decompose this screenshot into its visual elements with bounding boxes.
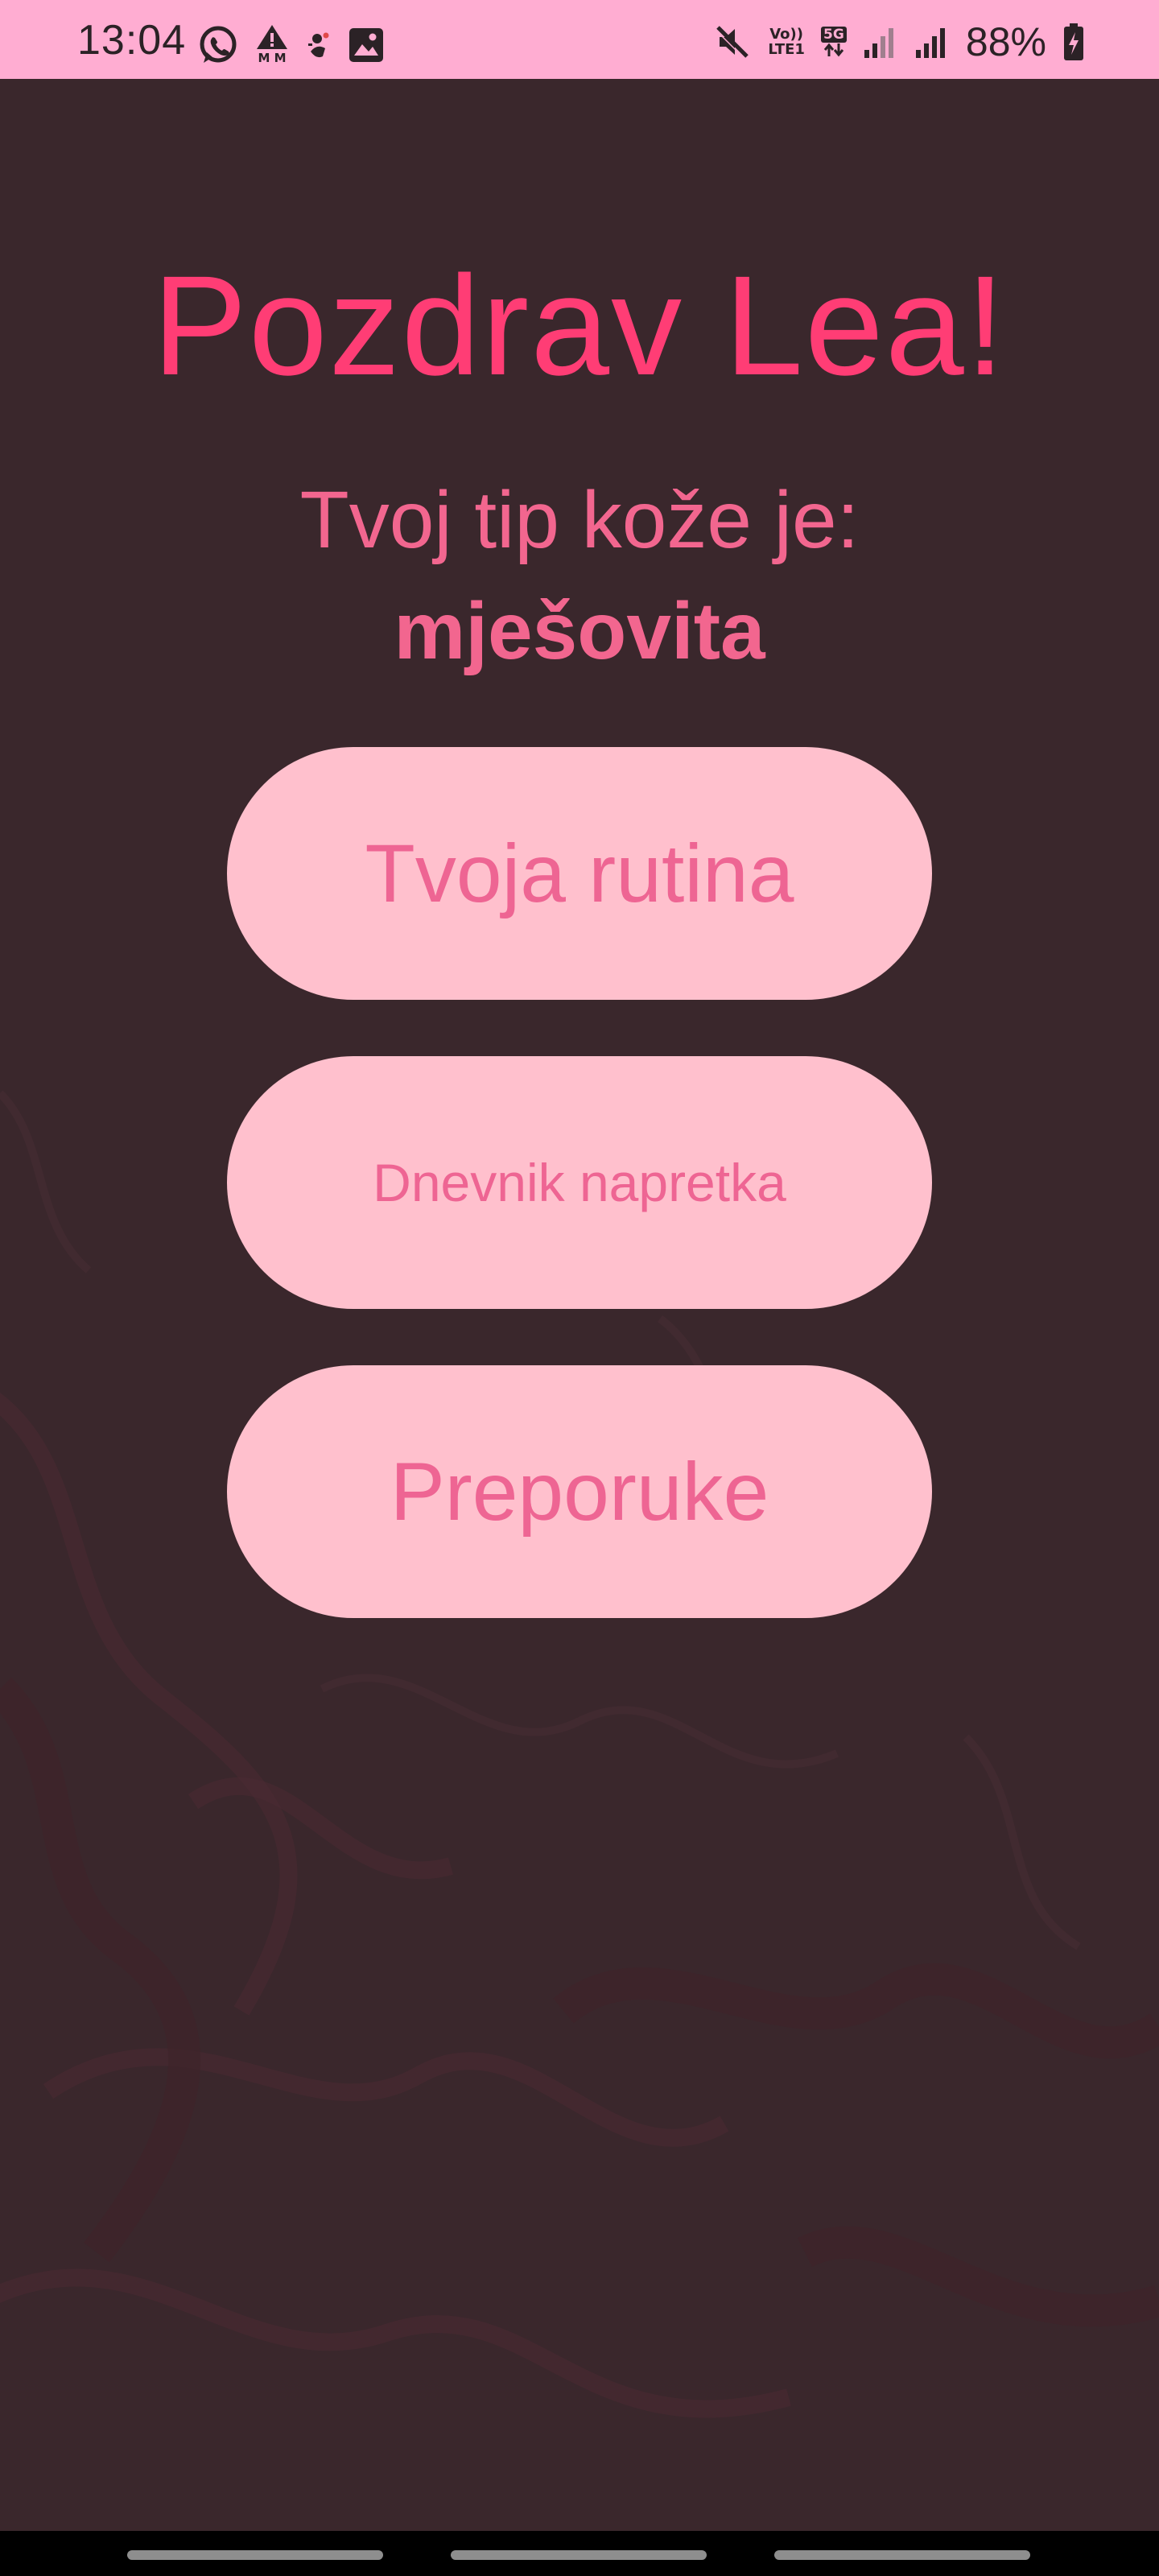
nav-recents-button[interactable] <box>127 2550 383 2560</box>
signal-sim2-icon <box>915 28 945 58</box>
status-right-icons: Vo)) LTE1 5G 88% <box>713 19 1085 64</box>
warning-caption: M M <box>258 51 287 65</box>
gallery-icon <box>349 28 383 62</box>
greeting-title: Pozdrav Lea! <box>152 247 1007 405</box>
skin-type-value: mješovita <box>394 586 765 676</box>
app-notification-icon <box>308 32 329 58</box>
home-screen: Pozdrav Lea! Tvoj tip kože je: mješovita… <box>0 79 1159 2531</box>
navigation-bar <box>0 2531 1159 2576</box>
5g-label: 5G <box>821 27 847 43</box>
routine-button[interactable]: Tvoja rutina <box>227 747 932 1000</box>
network-5g-indicator: 5G <box>821 27 847 57</box>
signal-sim1-icon <box>864 28 893 58</box>
drive-mode-warning-icon: M M <box>254 23 290 67</box>
nav-back-button[interactable] <box>774 2550 1030 2560</box>
data-arrows-icon <box>823 43 844 57</box>
battery-charging-icon <box>1064 23 1083 60</box>
volte-indicator: Vo)) LTE1 <box>768 27 805 57</box>
recommendations-button[interactable]: Preporuke <box>227 1365 932 1618</box>
whatsapp-icon <box>200 26 237 63</box>
battery-percent: 88% <box>965 19 1046 64</box>
progress-journal-button[interactable]: Dnevnik napretka <box>227 1056 932 1309</box>
notification-icons: M M <box>196 23 385 68</box>
nav-home-button[interactable] <box>451 2550 707 2560</box>
lte-label: LTE1 <box>768 41 805 58</box>
status-time: 13:04 <box>77 17 187 64</box>
status-bar: 13:04 M M Vo)) LTE1 5G 88% <box>0 0 1159 79</box>
skin-type-label: Tvoj tip kože je: <box>299 475 860 565</box>
volte-label: Vo)) <box>769 26 803 43</box>
mute-icon <box>715 26 749 60</box>
